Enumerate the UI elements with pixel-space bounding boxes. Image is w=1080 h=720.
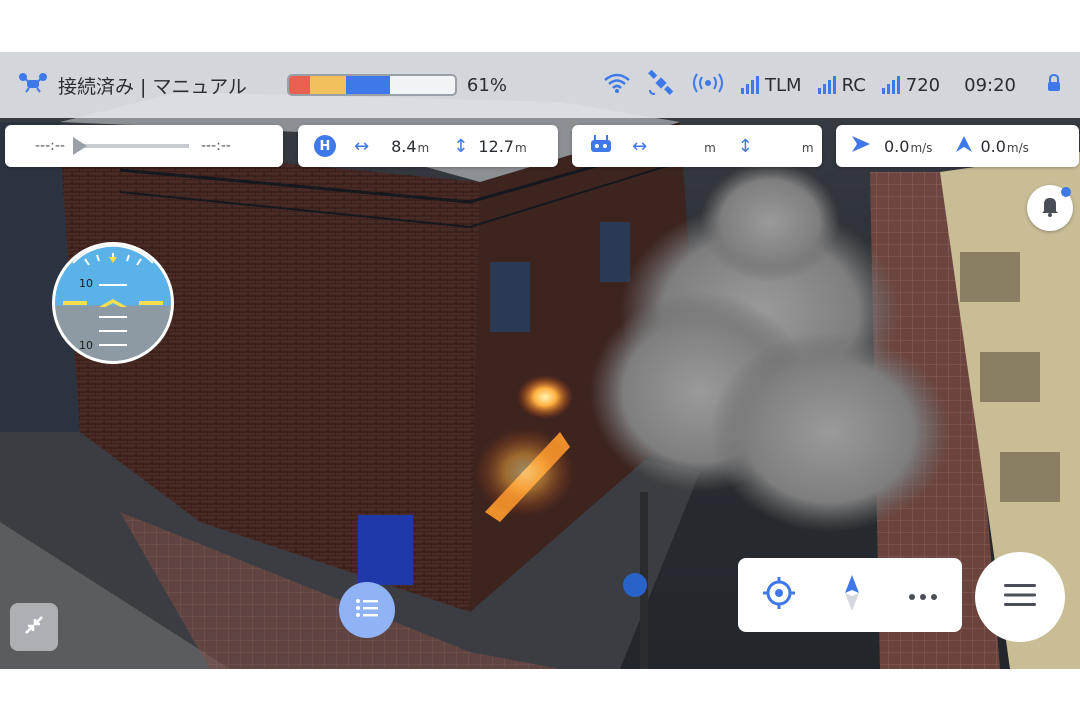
- vertical-speed-value: 0.0: [980, 136, 1006, 156]
- rc-signal: RC: [817, 74, 866, 96]
- home-point-icon: H: [314, 135, 336, 157]
- rc-horizontal-distance: m: [703, 137, 716, 156]
- minimize-icon: [22, 613, 46, 641]
- tlm-signal: TLM: [741, 75, 802, 96]
- satellite-icon: [647, 69, 675, 101]
- pitch-label-top: 10: [79, 277, 93, 290]
- home-distance-panel: H ↔ 8.4m ↕ 12.7m: [298, 125, 558, 167]
- connection-label: 接続済み | マニュアル: [58, 75, 247, 98]
- remote-controller-icon: [590, 134, 612, 158]
- speed-panel: 0.0m/s 0.0m/s: [836, 125, 1079, 167]
- connection-status[interactable]: 接続済み | マニュアル: [18, 72, 247, 99]
- vertical-speed: 0.0m/s: [980, 137, 1028, 156]
- signal-icon: [817, 76, 836, 94]
- rc-label: RC: [841, 74, 866, 96]
- signal-icon: [881, 76, 900, 94]
- playback-end-time: ---:--: [200, 138, 231, 154]
- notification-button[interactable]: [1027, 185, 1073, 231]
- battery-percent: 61%: [466, 74, 507, 96]
- horizontal-speed-value: 0.0: [884, 136, 910, 156]
- home-vertical-value: 12.7: [478, 136, 514, 156]
- home-horizontal-unit: m: [417, 140, 430, 155]
- camera-toolbox: [738, 558, 962, 632]
- battery-seg-blue: [345, 76, 390, 94]
- vertical-speed-unit: m/s: [1006, 140, 1029, 155]
- battery-seg-yellow: [309, 76, 346, 94]
- bell-icon: [1040, 195, 1060, 221]
- notification-badge: [1061, 187, 1071, 197]
- battery-indicator: 61%: [286, 74, 507, 96]
- playback-slider[interactable]: [72, 137, 189, 155]
- horizontal-speed-unit: m/s: [910, 140, 933, 155]
- status-bar: 接続済み | マニュアル 61% TLM RC 720 09:20: [0, 52, 1080, 118]
- signal-icon: [741, 76, 760, 94]
- horizontal-distance-icon: ↔: [354, 135, 370, 157]
- battery-bar: [286, 74, 457, 96]
- home-horizontal-value: 8.4: [391, 136, 417, 156]
- more-icon[interactable]: [908, 586, 938, 605]
- rc-signal-icon: [691, 72, 725, 99]
- minimize-map-button[interactable]: [10, 603, 58, 651]
- clock: 09:20: [964, 74, 1016, 96]
- drone-icon: [18, 72, 48, 99]
- main-menu-button[interactable]: [975, 552, 1065, 642]
- horizontal-speed: 0.0m/s: [884, 137, 932, 156]
- home-vertical-unit: m: [514, 140, 527, 155]
- rc-distance-panel: ↔ m ↕ m: [572, 125, 822, 167]
- battery-seg-red: [288, 76, 310, 94]
- wifi-icon: [603, 72, 631, 99]
- play-icon[interactable]: [72, 137, 87, 155]
- attitude-markings: [63, 245, 163, 346]
- playback-start-time: ---:--: [35, 138, 65, 154]
- home-horizontal-distance: 8.4m: [391, 137, 429, 156]
- horizontal-distance-icon: ↔: [632, 135, 648, 157]
- list-icon: [355, 598, 379, 622]
- playback-bar[interactable]: ---:-- ---:--: [5, 125, 283, 167]
- compass-icon[interactable]: [843, 574, 861, 616]
- resolution-label: 720: [905, 74, 941, 96]
- vertical-distance-icon: ↕: [737, 135, 753, 157]
- tlm-label: TLM: [765, 74, 802, 96]
- rc-vertical-distance: m: [801, 137, 814, 156]
- pitch-label-bottom: 10: [79, 339, 93, 352]
- menu-icon: [1004, 583, 1036, 611]
- rc-vertical-unit: m: [801, 140, 814, 155]
- horizontal-speed-icon: [850, 134, 872, 158]
- vertical-speed-icon: [954, 134, 974, 158]
- target-icon[interactable]: [762, 576, 796, 614]
- mission-list-button[interactable]: [339, 582, 395, 638]
- rc-horizontal-unit: m: [704, 140, 716, 155]
- video-signal: 720: [881, 74, 941, 96]
- vertical-distance-icon: ↕: [453, 135, 469, 157]
- home-vertical-distance: 12.7m: [478, 137, 526, 156]
- lock-icon[interactable]: [1046, 73, 1062, 98]
- attitude-indicator: 10 10: [52, 242, 174, 364]
